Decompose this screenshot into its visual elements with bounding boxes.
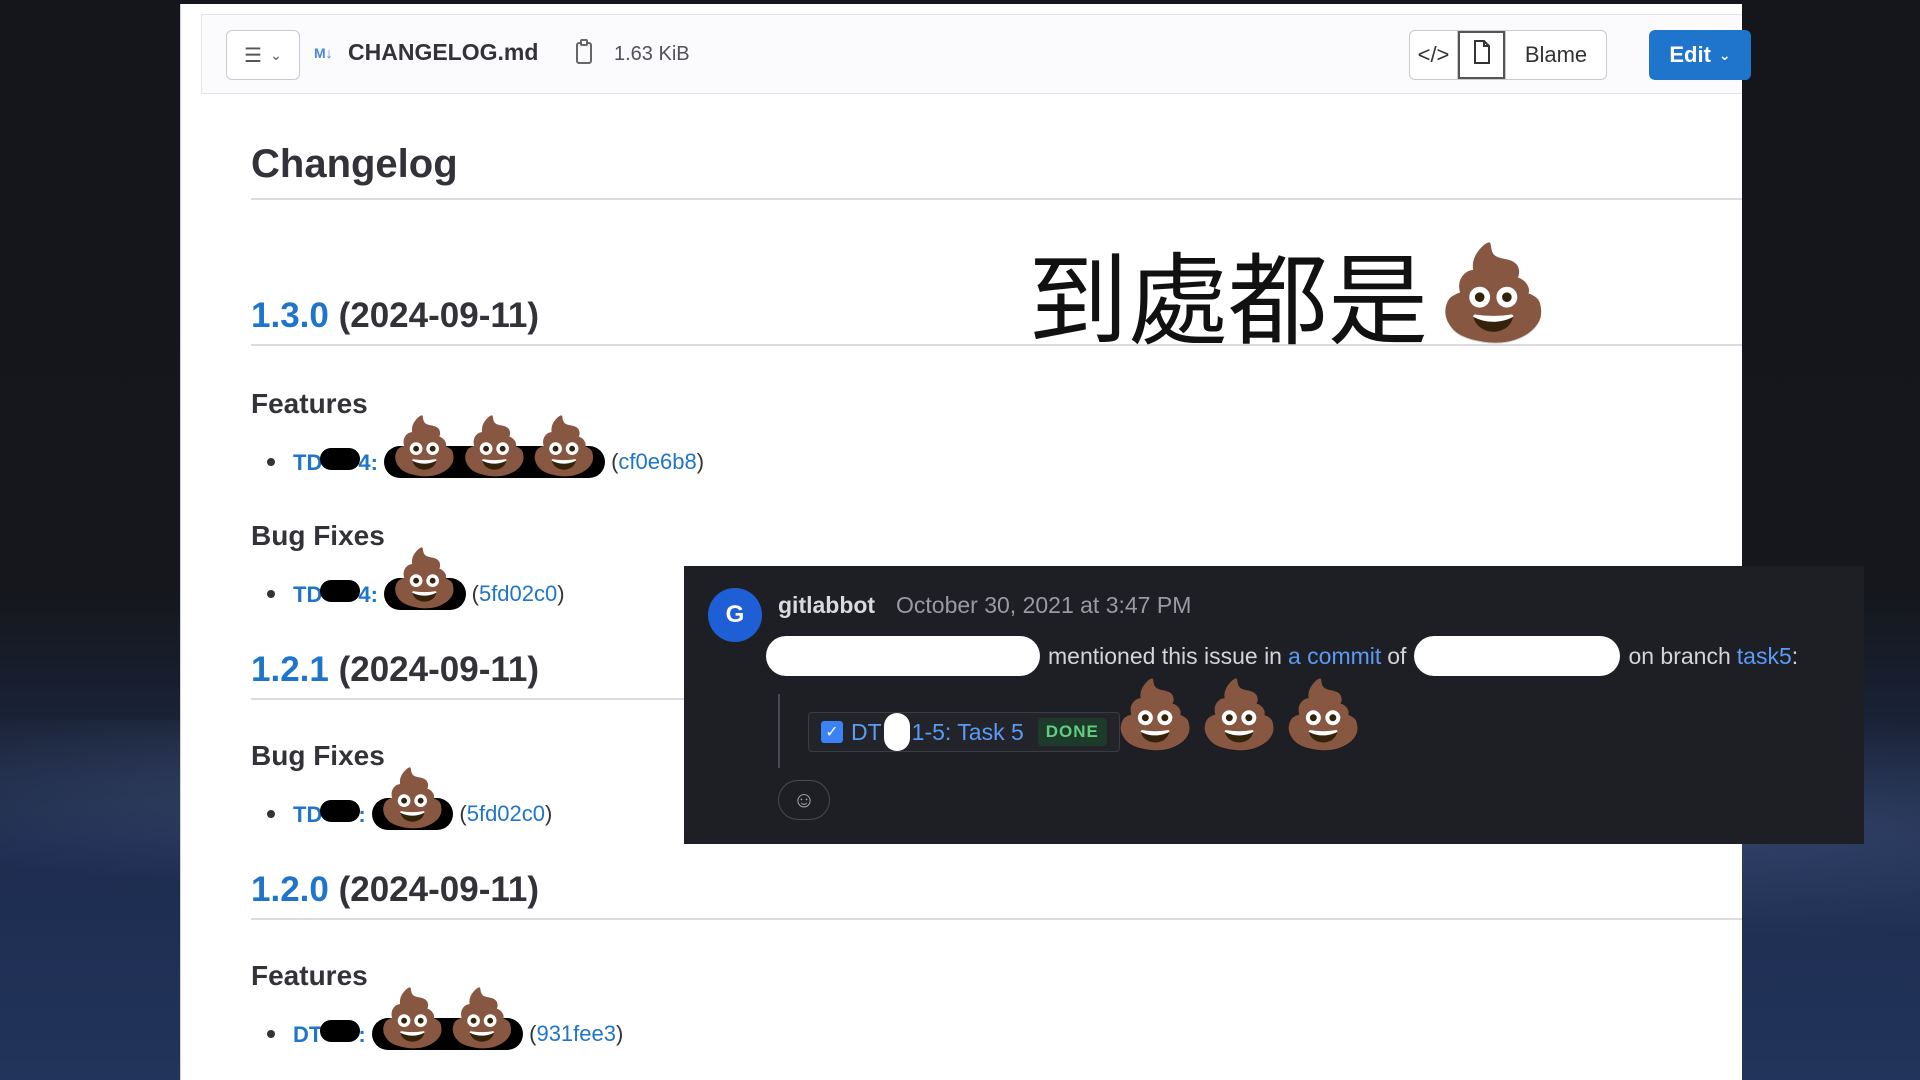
mention-line: mentioned this issue in a commit of on b… [766,636,1798,676]
copy-icon[interactable] [572,37,598,69]
bullet [267,458,275,466]
version-heading: 1.2.0 (2024-09-11) [251,870,539,910]
file-size: 1.63 KiB [614,43,690,65]
pile-of-poo-icon: 💩 [377,766,448,831]
add-reaction-button[interactable]: ☺ [778,780,830,820]
redacted-description: 💩 [383,551,466,610]
redacted-id [883,713,910,751]
pile-of-poo-icon: 💩 [459,414,530,479]
bullet [267,590,275,598]
list-item: TD 4: 💩 💩 💩 (cf0e6b8) [267,419,704,490]
branch-link[interactable]: task5 [1737,643,1792,670]
version-date: (2024-09-11) [338,870,540,909]
blame-button[interactable]: Blame [1506,31,1606,79]
section-heading: Bug Fixes [251,520,385,551]
issue-key-link[interactable]: TD 4: [293,580,378,608]
pile-of-poo-icon: 💩 [377,986,448,1051]
pile-of-poo-icon: 💩 [389,546,460,611]
pile-of-poo-icon: 💩 [529,414,600,479]
version-link[interactable]: 1.3.0 [251,296,329,335]
list-icon: ☰ [244,44,263,67]
redacted-project [1414,636,1621,676]
branch-text: on branch [1628,642,1731,669]
pile-of-poo-icon: 💩 [1282,676,1365,753]
commit-sha-link[interactable]: 931fee3 [536,1021,616,1047]
activity-comment: G gitlabbot October 30, 2021 at 3:47 PM … [684,566,1864,844]
of-text: of [1387,642,1407,669]
chevron-down-icon: ⌄ [270,46,282,63]
bullet [267,810,275,818]
pile-of-poo-icon: 💩 [1198,676,1281,753]
pile-of-poo-icon: 💩 [1114,676,1197,753]
view-mode-group: </> Blame [1409,30,1607,80]
avatar[interactable]: G [708,588,762,642]
code-icon: </> [1417,42,1450,67]
chevron-down-icon: ⌄ [1718,46,1731,63]
mention-text: mentioned this issue in [1048,642,1282,669]
list-item: DT: 💩 💩 (931fee3) [267,991,623,1062]
commit-sha-link[interactable]: cf0e6b8 [618,449,696,475]
caption-text: 到處都是 [1028,243,1428,360]
file-name: CHANGELOG.md [348,39,539,65]
outline-toggle-button[interactable]: ☰ ⌄ [226,30,300,80]
commit-sha-link[interactable]: 5fd02c0 [467,801,545,827]
quote-bar [778,694,780,768]
edit-button[interactable]: Edit ⌄ [1649,30,1751,80]
redacted-user [766,636,1040,676]
document-title: Changelog [251,142,458,186]
checkbox-checked-icon: ✓ [821,721,843,743]
status-badge: DONE [1037,718,1107,746]
divider [251,918,1742,920]
file-icon [1472,39,1492,71]
emoji-add-icon: ☺ [792,787,816,812]
version-date: (2024-09-11) [338,650,540,689]
redacted-description: 💩 💩 💩 [383,419,606,478]
version-link[interactable]: 1.2.1 [251,650,329,689]
file-header: ☰ ⌄ M↓ CHANGELOG.md 1.63 KiB </> Blame E… [201,14,1751,94]
comment-timestamp[interactable]: October 30, 2021 at 3:47 PM [896,592,1191,619]
file-viewer: ☰ ⌄ M↓ CHANGELOG.md 1.63 KiB </> Blame E… [180,4,1751,1080]
colon: : [1791,642,1799,669]
section-heading: Bug Fixes [251,740,385,771]
divider [251,198,1742,200]
issue-key-link[interactable]: DT: [293,1020,366,1048]
code-view-button[interactable]: </> [1410,31,1458,79]
task-reference[interactable]: ✓ DT 1-5: Task 5 DONE [808,712,1120,752]
issue-key-link[interactable]: TD 4: [293,448,378,476]
version-date: (2024-09-11) [338,296,540,335]
redacted-description: 💩 💩 [371,991,524,1050]
commit-link[interactable]: a commit [1288,643,1381,670]
bullet [267,1030,275,1038]
version-heading: 1.2.1 (2024-09-11) [251,650,539,690]
pile-of-poo-icon: 💩 [447,986,518,1051]
pile-of-poo-icon: 💩 [389,414,460,479]
version-link[interactable]: 1.2.0 [251,870,329,909]
commit-sha-link[interactable]: 5fd02c0 [479,581,557,607]
pile-of-poo-icon: 💩 [1436,238,1551,346]
redacted-description: 💩 [371,771,454,830]
comment-author[interactable]: gitlabbot [778,592,875,619]
version-heading: 1.3.0 (2024-09-11) [251,296,539,336]
issue-key-link[interactable]: TD: [293,800,366,828]
edit-label: Edit [1669,42,1711,67]
list-item: TD: 💩 (5fd02c0) [267,771,552,842]
task-prefix: DT [851,718,882,745]
section-heading: Features [251,388,368,419]
meme-caption: 到處都是 💩 [1028,220,1551,365]
section-heading: Features [251,960,368,991]
markdown-icon: M↓ [314,45,333,61]
list-item: TD 4: 💩 (5fd02c0) [267,551,565,622]
task-title: 1-5: Task 5 [911,718,1024,745]
emoji-row: 💩 💩 💩 [1114,682,1365,748]
rendered-view-button[interactable] [1458,31,1506,79]
